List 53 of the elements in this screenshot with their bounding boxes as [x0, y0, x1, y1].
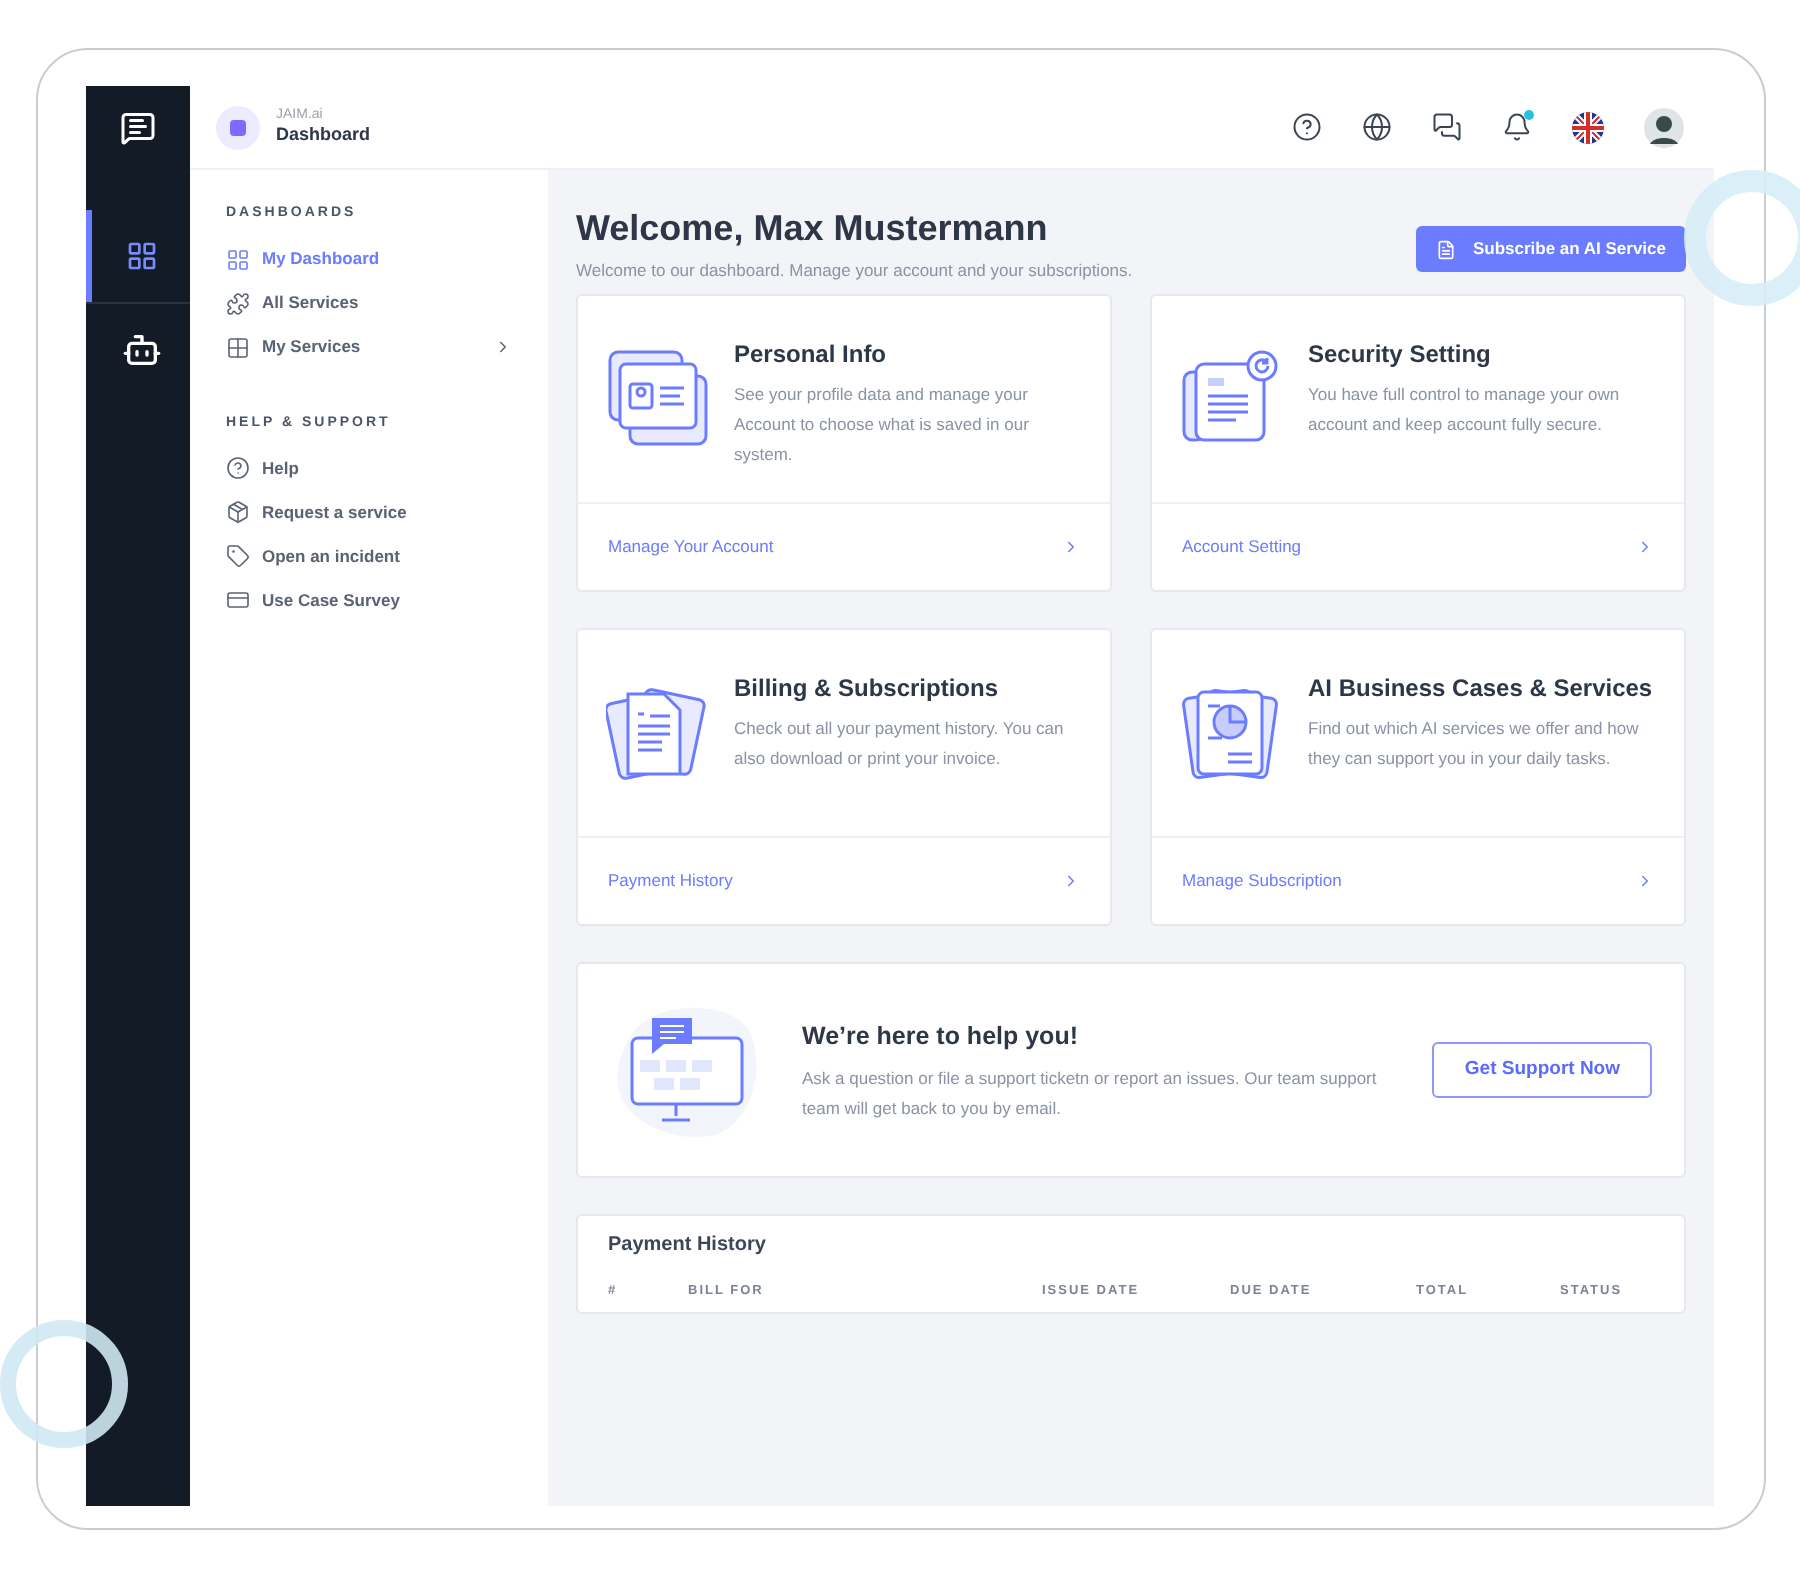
help-icon: [226, 456, 250, 480]
support-button[interactable]: Get Support Now: [1432, 1042, 1652, 1099]
flag-icon[interactable]: [1572, 111, 1604, 143]
ring-decoration: [0, 1320, 128, 1448]
support-title: We’re here to help you!: [802, 1019, 1080, 1054]
sidebar-item[interactable]: Open an incident: [226, 534, 512, 578]
sidebar-item[interactable]: Request a service: [226, 490, 512, 534]
language-button[interactable]: [1362, 112, 1392, 142]
card-link[interactable]: Manage Your Account: [578, 504, 1110, 591]
avatar[interactable]: [1644, 107, 1684, 147]
chevron-icon: [1062, 872, 1080, 891]
card-description: You have full control to manage your own account and keep account fully secure.: [1308, 382, 1622, 439]
form-icon: [226, 588, 250, 612]
card-title: Billing & Subscriptions: [734, 672, 1001, 707]
messages-button[interactable]: [1432, 112, 1462, 142]
invoice-documents-icon: [606, 682, 710, 783]
notifications-button[interactable]: [1502, 112, 1532, 142]
document-icon: [1436, 239, 1457, 259]
robot-icon: [121, 329, 161, 369]
ring-decoration: [1684, 170, 1800, 306]
card-link[interactable]: Manage Subscription: [1152, 838, 1684, 925]
card-title: AI Business Cases & Services: [1308, 672, 1655, 707]
card-title: Security Setting: [1308, 338, 1493, 373]
card-description: Check out all your payment history. You can also download or print your invoice.: [734, 716, 1066, 773]
welcome-subtitle: Welcome to our dashboard. Manage your account and your subscriptions.: [576, 257, 1133, 283]
chevron-icon: [1636, 538, 1654, 557]
box-icon: [226, 500, 250, 524]
profile-windows-icon: [606, 348, 710, 449]
sidebar-item[interactable]: My Services: [226, 325, 512, 369]
payment-history-title: Payment History: [608, 1232, 768, 1261]
sidebar-item[interactable]: My Dashboard: [226, 237, 512, 281]
tag-icon: [226, 544, 250, 568]
grid-icon: [125, 240, 157, 272]
welcome-heading: Welcome, Max Mustermann: [576, 206, 1050, 251]
page-title: Dashboard: [276, 124, 371, 147]
card-description: Find out which AI services we offer and how they can support you in your daily tasks.: [1308, 716, 1641, 773]
apps-icon: [226, 335, 250, 359]
sidebar-item[interactable]: All Services: [226, 281, 512, 325]
chevron-icon: [1062, 538, 1080, 557]
support-description: Ask a question or file a support ticketn or report an issues. Our team support team will get back to you by email.: [802, 1065, 1379, 1122]
chevron-icon: [1636, 872, 1654, 891]
sidebar-item[interactable]: Help: [226, 446, 512, 490]
chat-logo-icon: [120, 110, 156, 146]
subscribe-button[interactable]: Subscribe an AI Service: [1416, 226, 1686, 272]
card-link[interactable]: Account Setting: [1152, 504, 1684, 591]
puzzle-icon: [226, 291, 250, 315]
app-logo-icon: [216, 105, 260, 149]
card-link[interactable]: Payment History: [578, 838, 1110, 925]
sidebar-item[interactable]: Use Case Survey: [226, 578, 512, 622]
card-title: Personal Info: [734, 338, 889, 373]
help-button[interactable]: [1292, 112, 1322, 142]
card-description: See your profile data and manage your Account to choose what is saved in our system.: [734, 382, 1031, 469]
grid-icon: [226, 247, 250, 271]
